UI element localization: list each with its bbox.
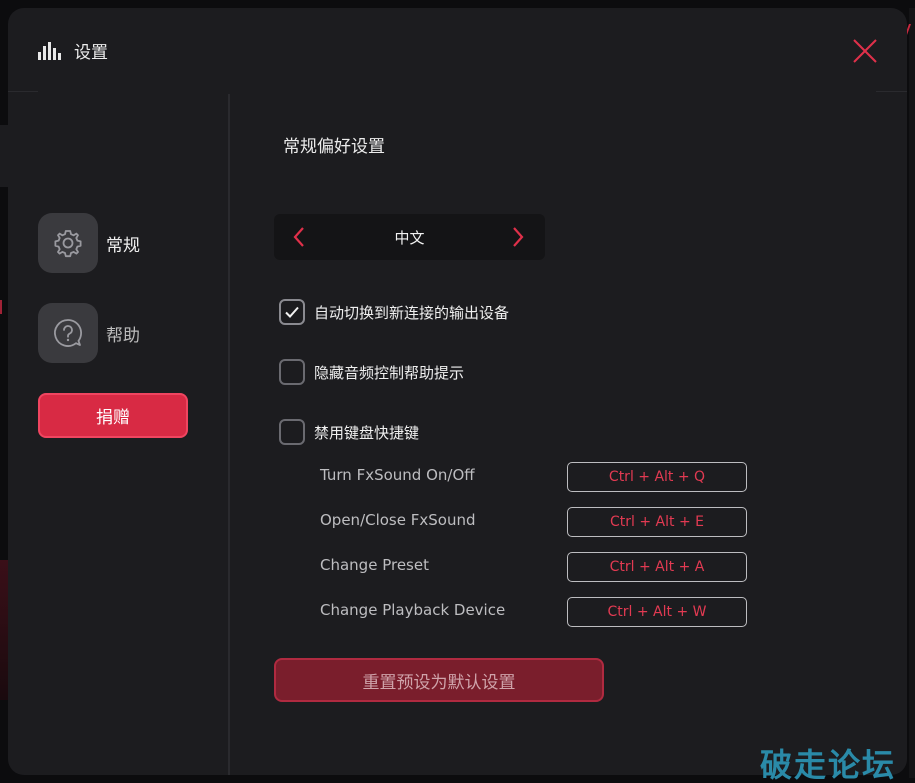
- hotkey-label: Change Playback Device: [320, 601, 506, 619]
- option-hide-audio-tips[interactable]: 隐藏音频控制帮助提示: [279, 359, 464, 385]
- gear-icon: [54, 230, 82, 258]
- hotkey-row: Open/Close FxSound Ctrl + Alt + E: [320, 507, 750, 537]
- checkmark-icon: [285, 306, 299, 318]
- help-icon: [54, 319, 82, 347]
- reset-presets-button[interactable]: 重置预设为默认设置: [274, 658, 604, 702]
- background-accent-mark: [0, 300, 5, 314]
- watermark: 破走论坛: [760, 746, 897, 783]
- equalizer-icon: [38, 42, 61, 60]
- donate-button[interactable]: 捐赠: [38, 393, 188, 438]
- option-disable-hotkeys[interactable]: 禁用键盘快捷键: [279, 419, 419, 445]
- hotkey-row: Change Preset Ctrl + Alt + A: [320, 552, 750, 582]
- sidebar-item-help[interactable]: 帮助: [38, 303, 140, 363]
- option-label: 自动切换到新连接的输出设备: [314, 303, 510, 322]
- hotkey-row: Change Playback Device Ctrl + Alt + W: [320, 597, 750, 627]
- dialog-title: 设置: [74, 43, 108, 63]
- settings-dialog: 设置 常规 帮助 捐赠 常规偏好设置 中文 自动切换到新连接的输出设备 隐藏音频…: [8, 8, 907, 775]
- header-divider: [8, 91, 38, 92]
- sidebar-item-label: 帮助: [106, 325, 140, 346]
- header-divider: [876, 91, 907, 92]
- option-label: 禁用键盘快捷键: [314, 423, 420, 442]
- hotkey-field[interactable]: Ctrl + Alt + Q: [567, 462, 747, 492]
- hotkey-label: Open/Close FxSound: [320, 511, 476, 529]
- option-label: 隐藏音频控制帮助提示: [314, 363, 465, 382]
- dialog-header: 设置: [8, 8, 907, 92]
- language-selector: 中文: [274, 214, 545, 260]
- hotkey-field[interactable]: Ctrl + Alt + E: [567, 507, 747, 537]
- close-icon[interactable]: [850, 36, 880, 66]
- chevron-right-icon[interactable]: [505, 225, 529, 249]
- sidebar-item-label: 常规: [106, 235, 140, 256]
- hotkey-label: Change Preset: [320, 556, 429, 574]
- sidebar-divider: [228, 94, 230, 775]
- checkbox[interactable]: [279, 359, 305, 385]
- sidebar-icon-box: [38, 213, 98, 273]
- hotkey-row: Turn FxSound On/Off Ctrl + Alt + Q: [320, 462, 750, 492]
- background-panel-fragment: [0, 125, 8, 187]
- option-auto-switch-output[interactable]: 自动切换到新连接的输出设备: [279, 299, 509, 325]
- sidebar-icon-box: [38, 303, 98, 363]
- background-edge: [909, 8, 915, 778]
- hotkey-field[interactable]: Ctrl + Alt + W: [567, 597, 747, 627]
- checkbox[interactable]: [279, 419, 305, 445]
- section-title: 常规偏好设置: [283, 137, 385, 157]
- hotkey-field[interactable]: Ctrl + Alt + A: [567, 552, 747, 582]
- sidebar-item-general[interactable]: 常规: [38, 213, 140, 273]
- hotkey-label: Turn FxSound On/Off: [320, 466, 475, 484]
- background-accent-glow: [0, 560, 8, 700]
- checkbox[interactable]: [279, 299, 305, 325]
